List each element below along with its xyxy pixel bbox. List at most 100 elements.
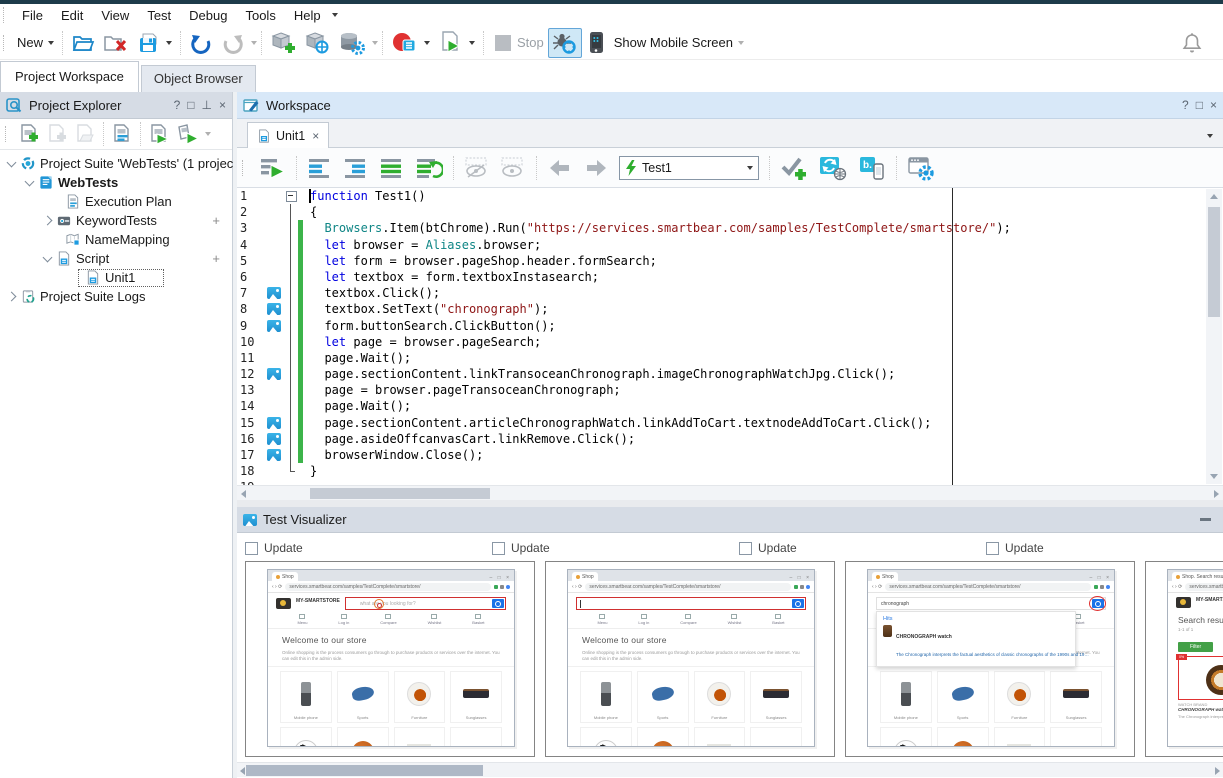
tree-item-execution-plan[interactable]: Execution Plan (0, 192, 232, 211)
toolbar-grip[interactable] (3, 35, 9, 51)
visualizer-frame-icon[interactable] (267, 417, 281, 429)
scroll-down-icon[interactable] (1210, 474, 1218, 479)
record-test-button[interactable] (387, 27, 434, 59)
tree-item-project-suite-logs[interactable]: Project Suite Logs (0, 287, 232, 306)
add-keyword-test-button[interactable]: + (212, 213, 220, 228)
toolbar-grip[interactable] (242, 160, 248, 176)
tab-object-browser[interactable]: Object Browser (141, 65, 256, 92)
update-checkbox-4[interactable]: Update (986, 541, 1223, 555)
mobile-screen-button[interactable] (582, 27, 610, 59)
run-current-routine-button[interactable] (254, 154, 290, 182)
tab-project-workspace[interactable]: Project Workspace (0, 61, 139, 92)
chevron-collapsed-icon[interactable] (7, 292, 17, 302)
menu-help[interactable]: Help (285, 6, 330, 25)
checkbox-icon[interactable] (986, 542, 999, 555)
tree-item-project-suite[interactable]: Project Suite 'WebTests' (1 project) (0, 154, 232, 173)
db-options-button[interactable] (334, 28, 370, 58)
close-tab-icon[interactable]: × (312, 129, 319, 143)
visualizer-thumbnail-4[interactable]: Shop. Search result f– □ × ‹ › ⟳services… (1145, 561, 1223, 757)
open-item-button[interactable] (71, 121, 99, 147)
notifications-button[interactable] (1177, 28, 1207, 58)
tree-item-keywordtests[interactable]: KeywordTests + (0, 211, 232, 230)
close-button[interactable]: × (1210, 98, 1217, 112)
help-button[interactable]: ? (174, 98, 181, 112)
object-spy-button[interactable] (300, 28, 334, 58)
visualizer-frame-icon[interactable] (267, 368, 281, 380)
scroll-right-icon[interactable] (1214, 490, 1219, 498)
code-editor[interactable]: 1function Test1()2{3 Browsers.Item(btChr… (237, 188, 1223, 485)
menu-tools[interactable]: Tools (236, 6, 284, 25)
checkbox-icon[interactable] (739, 542, 752, 555)
help-button[interactable]: ? (1182, 98, 1189, 112)
scrollbar-thumb[interactable] (1208, 207, 1220, 317)
chevron-collapsed-icon[interactable] (43, 216, 53, 226)
visualizer-frame-icon[interactable] (267, 287, 281, 299)
panel-splitter[interactable] (237, 500, 1223, 507)
scroll-up-icon[interactable] (1210, 194, 1218, 199)
web-spy-button[interactable] (548, 28, 582, 58)
execution-plan-button[interactable] (108, 121, 136, 147)
menu-overflow-icon[interactable] (332, 13, 338, 17)
redo-button[interactable] (217, 29, 249, 57)
tree-item-webtests[interactable]: WebTests (0, 173, 232, 192)
save-button[interactable] (133, 29, 176, 57)
close-button[interactable]: × (219, 98, 226, 112)
toolbar-grip[interactable] (3, 7, 9, 23)
format-revert-button[interactable] (411, 154, 447, 182)
add-object-button[interactable] (266, 28, 300, 58)
add-new-item-button[interactable] (15, 121, 43, 147)
scrollbar-thumb[interactable] (310, 488, 490, 499)
undo-button[interactable] (185, 29, 217, 57)
close-file-button[interactable] (99, 29, 133, 57)
update-checkbox-3[interactable]: Update (739, 541, 976, 555)
menu-test[interactable]: Test (138, 6, 180, 25)
cross-platform-button[interactable]: b. (854, 153, 890, 183)
show-region-button[interactable] (496, 154, 530, 182)
maximize-button[interactable]: □ (1196, 98, 1203, 112)
format-code-button[interactable] (375, 154, 409, 182)
routine-select[interactable]: Test1 (619, 156, 759, 180)
tab-unit1[interactable]: Unit1 × (247, 122, 329, 148)
visualizer-thumbnail-3[interactable]: Shop– □ × ‹ › ⟳services.smartbear.com/sa… (845, 561, 1135, 757)
open-file-button[interactable] (67, 29, 99, 57)
visualizer-frame-icon[interactable] (267, 320, 281, 332)
add-existing-item-button[interactable] (43, 121, 71, 147)
menu-file[interactable]: File (13, 6, 52, 25)
toolbar-grip[interactable] (5, 126, 11, 142)
navigate-back-button[interactable] (543, 154, 577, 182)
scrollbar-thumb[interactable] (246, 765, 483, 776)
menu-edit[interactable]: Edit (52, 6, 92, 25)
menu-debug[interactable]: Debug (180, 6, 236, 25)
add-check-button[interactable] (776, 153, 812, 183)
minimize-icon[interactable] (1200, 518, 1211, 521)
scroll-left-icon[interactable] (240, 767, 245, 775)
chevron-expanded-icon[interactable] (43, 252, 53, 262)
visualizer-thumbnail-1[interactable]: Shop– □ × ‹ › ⟳services.smartbear.com/sa… (245, 561, 535, 757)
indent-left-button[interactable] (303, 154, 337, 182)
update-checkbox-2[interactable]: Update (492, 541, 729, 555)
web-refresh-button[interactable] (814, 153, 852, 183)
fold-collapse-icon[interactable] (284, 188, 298, 204)
add-script-unit-button[interactable]: + (212, 251, 220, 266)
editor-horizontal-scrollbar[interactable] (237, 485, 1223, 500)
maximize-button[interactable]: □ (187, 98, 194, 112)
chevron-down-icon[interactable] (372, 41, 378, 45)
run-test-button[interactable] (434, 27, 479, 59)
editor-vertical-scrollbar[interactable] (1206, 189, 1222, 484)
tree-item-script[interactable]: Script + (0, 249, 232, 268)
menu-view[interactable]: View (92, 6, 138, 25)
tree-item-unit1[interactable]: Unit1 (0, 268, 232, 287)
editor-options-button[interactable] (903, 153, 939, 183)
checkbox-icon[interactable] (492, 542, 505, 555)
visualizer-frame-icon[interactable] (267, 433, 281, 445)
pin-button[interactable]: ⊥ (202, 98, 212, 112)
show-mobile-screen-button[interactable]: Show Mobile Screen (610, 32, 748, 53)
indent-right-button[interactable] (339, 154, 373, 182)
run-project-button[interactable] (145, 121, 173, 147)
checkbox-icon[interactable] (245, 542, 258, 555)
stop-button[interactable]: Stop (488, 29, 548, 57)
chevron-down-icon[interactable] (205, 132, 211, 136)
visualizer-frame-icon[interactable] (267, 449, 281, 461)
scroll-right-icon[interactable] (1215, 767, 1220, 775)
scroll-left-icon[interactable] (241, 490, 246, 498)
